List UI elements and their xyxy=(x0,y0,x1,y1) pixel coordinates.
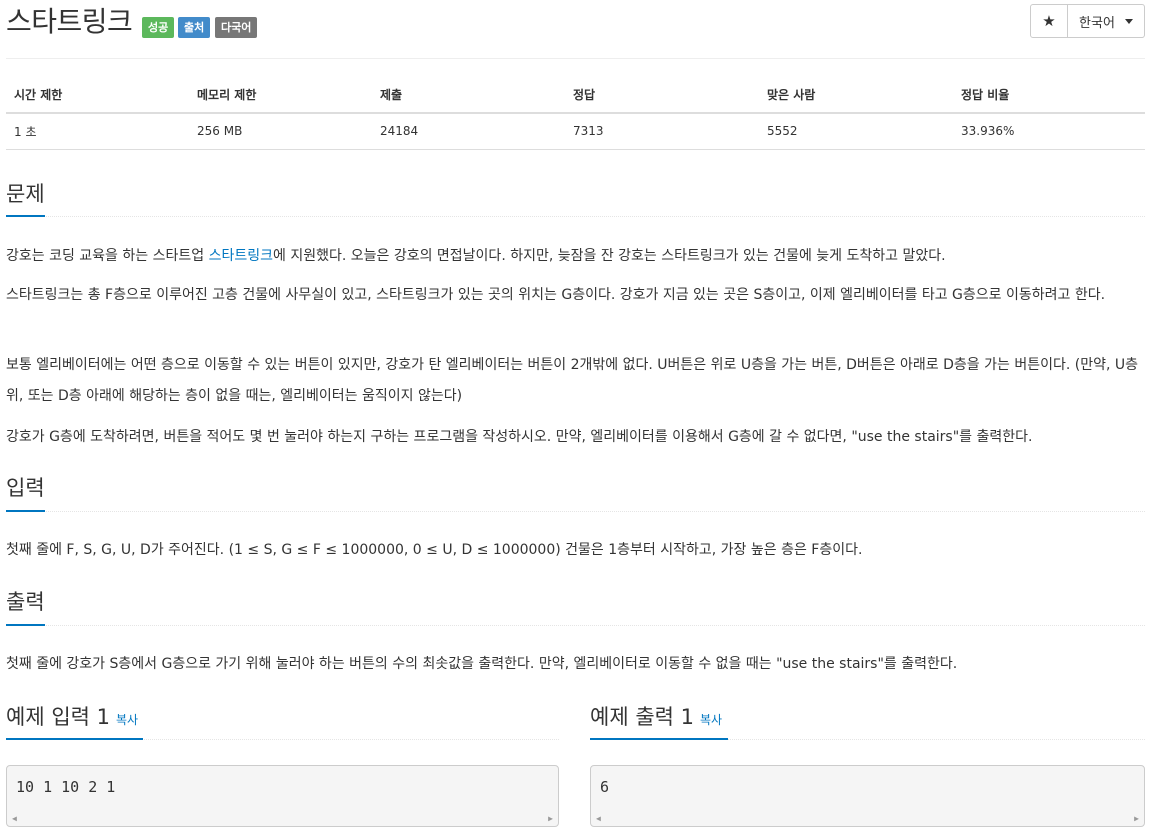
problem-text: 에 지원했다. 오늘은 강호의 면접날이다. 하지만, 늦잠을 잔 강호는 스타… xyxy=(272,248,946,264)
input-heading-underline xyxy=(6,510,45,512)
sample-input-heading: 예제 입력 1 복사 xyxy=(6,703,138,734)
header-actions: ★ 한국어 xyxy=(1030,4,1145,38)
header-accept-ratio: 정답 비율 xyxy=(953,77,1145,114)
scroll-right-icon[interactable]: ▶ xyxy=(1134,814,1139,823)
sample-input-title: 예제 입력 1 xyxy=(6,705,110,729)
sample-output-title: 예제 출력 1 xyxy=(590,705,694,729)
problem-paragraph-3: 보통 엘리베이터에는 어떤 층으로 이동할 수 있는 버튼이 있지만, 강호가 … xyxy=(6,357,1138,404)
solved-users-value: 5552 xyxy=(759,113,953,150)
problem-heading-rule xyxy=(6,216,1145,219)
sample-input-box[interactable]: 10 1 10 2 1 ◀ ▶ xyxy=(6,765,559,827)
output-heading-underline xyxy=(6,624,45,626)
problem-paragraph-1: 강호는 코딩 교육을 하는 스타트업 스타트링크에 지원했다. 오늘은 강호의 … xyxy=(6,239,1147,274)
submissions-value: 24184 xyxy=(372,113,565,150)
success-badge[interactable]: 성공 xyxy=(142,17,175,38)
page-title: 스타트링크 xyxy=(6,5,133,38)
copy-sample-output-button[interactable]: 복사 xyxy=(700,713,722,727)
problem-heading-underline xyxy=(6,215,45,217)
input-heading-rule xyxy=(6,511,1145,514)
input-description: 첫째 줄에 F, S, G, U, D가 주어진다. (1 ≤ S, G ≤ F… xyxy=(6,542,863,558)
header-solved-users: 맞은 사람 xyxy=(759,77,953,114)
header-submissions: 제출 xyxy=(372,77,565,114)
header-accepted: 정답 xyxy=(565,77,759,114)
problem-heading: 문제 xyxy=(6,182,45,206)
time-limit-value: 1 초 xyxy=(6,113,189,150)
language-dropdown[interactable]: 한국어 xyxy=(1068,4,1145,38)
sample-output-box[interactable]: 6 ◀ ▶ xyxy=(590,765,1145,827)
input-heading: 입력 xyxy=(6,476,45,500)
star-icon: ★ xyxy=(1042,12,1056,30)
sample-output-content: 6 xyxy=(600,778,610,796)
accepted-value: 7313 xyxy=(565,113,759,150)
problem-paragraph-4: 강호가 G층에 도착하려면, 버튼을 적어도 몇 번 눌러야 하는지 구하는 프… xyxy=(6,429,1033,445)
problem-paragraph-2: 스타트링크는 총 F층으로 이루어진 고층 건물에 사무실이 있고, 스타트링크… xyxy=(6,287,1106,303)
memory-limit-value: 256 MB xyxy=(189,113,372,150)
table-header-row: 시간 제한 메모리 제한 제출 정답 맞은 사람 정답 비율 xyxy=(6,77,1145,114)
header-time-limit: 시간 제한 xyxy=(6,77,189,114)
copy-sample-input-button[interactable]: 복사 xyxy=(116,713,138,727)
sample-output-heading: 예제 출력 1 복사 xyxy=(590,703,722,734)
problem-text: 강호는 코딩 교육을 하는 스타트업 xyxy=(6,248,209,264)
caret-down-icon xyxy=(1124,18,1133,24)
scroll-left-icon[interactable]: ◀ xyxy=(596,814,601,823)
scroll-right-icon[interactable]: ▶ xyxy=(548,814,553,823)
startlink-link[interactable]: 스타트링크 xyxy=(209,248,273,264)
star-button[interactable]: ★ xyxy=(1030,4,1068,38)
table-row: 1 초 256 MB 24184 7313 5552 33.936% xyxy=(6,113,1145,150)
output-heading-rule xyxy=(6,625,1145,628)
output-heading: 출력 xyxy=(6,590,45,614)
language-label: 한국어 xyxy=(1079,15,1115,31)
header-divider xyxy=(6,58,1145,59)
multilingual-badge[interactable]: 다국어 xyxy=(215,17,258,38)
accept-ratio-value: 33.936% xyxy=(953,113,1145,150)
output-description: 첫째 줄에 강호가 S층에서 G층으로 가기 위해 눌러야 하는 버튼의 수의 … xyxy=(6,656,958,672)
source-badge[interactable]: 출처 xyxy=(178,17,211,38)
sample-output-heading-underline xyxy=(590,738,728,740)
sample-input-content: 10 1 10 2 1 xyxy=(16,778,116,796)
header-memory-limit: 메모리 제한 xyxy=(189,77,372,114)
problem-info-table: 시간 제한 메모리 제한 제출 정답 맞은 사람 정답 비율 1 초 256 M… xyxy=(6,77,1145,150)
sample-input-heading-underline xyxy=(6,738,143,740)
scroll-left-icon[interactable]: ◀ xyxy=(12,814,17,823)
